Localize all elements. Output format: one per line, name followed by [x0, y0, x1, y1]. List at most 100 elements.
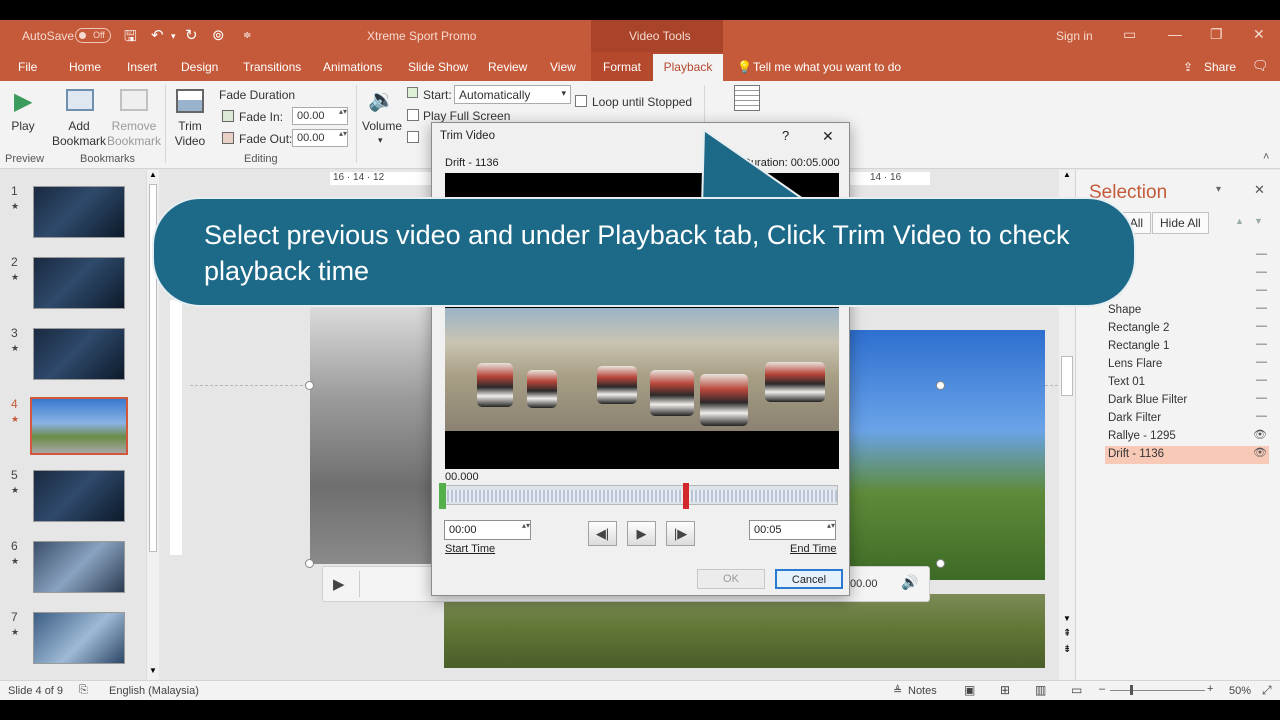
volume-icon[interactable]: 🔉: [368, 87, 395, 113]
tab-design[interactable]: Design: [181, 60, 218, 74]
tell-me-search[interactable]: Tell me what you want to do: [753, 60, 901, 74]
tab-format[interactable]: Format: [603, 60, 641, 74]
grass-image[interactable]: [444, 594, 1045, 668]
send-backward-icon[interactable]: ▼: [1254, 216, 1263, 226]
ribbon-display-options-icon[interactable]: ▭: [1123, 26, 1136, 43]
trim-timeline[interactable]: [439, 483, 838, 509]
save-icon[interactable]: 🖫: [124, 26, 137, 51]
pane-options-icon[interactable]: ▾: [1216, 184, 1221, 195]
tab-transitions[interactable]: Transitions: [243, 60, 301, 74]
play-preview-button[interactable]: ▶: [627, 521, 656, 546]
tab-animations[interactable]: Animations: [323, 60, 382, 74]
play-full-screen-checkbox[interactable]: [407, 109, 419, 121]
trim-video-icon[interactable]: [176, 89, 204, 113]
zoom-slider-thumb[interactable]: [1130, 685, 1133, 695]
resize-handle[interactable]: [305, 559, 314, 568]
fade-out-spinner[interactable]: 00.00: [292, 129, 348, 147]
spelling-icon[interactable]: ⎘: [79, 684, 88, 697]
tab-slide-show[interactable]: Slide Show: [408, 60, 468, 74]
selection-item[interactable]: Dark Blue Filter —: [1105, 392, 1269, 410]
language-indicator[interactable]: English (Malaysia): [109, 685, 199, 697]
tab-file[interactable]: File: [18, 60, 37, 74]
zoom-out-icon[interactable]: –: [1099, 683, 1105, 695]
redo-icon[interactable]: ↻: [185, 26, 198, 44]
slide-thumbnail[interactable]: [33, 541, 125, 593]
reading-view-icon[interactable]: ▥: [1035, 683, 1046, 697]
tab-playback[interactable]: Playback: [653, 54, 723, 81]
autosave-toggle[interactable]: Off: [75, 28, 111, 43]
zoom-in-icon[interactable]: +: [1207, 683, 1213, 695]
close-window-icon[interactable]: ✕: [1253, 26, 1265, 43]
selection-item[interactable]: Rectangle 1—: [1105, 338, 1269, 356]
selection-item[interactable]: Shape —: [1105, 302, 1269, 320]
rallye-video-bw[interactable]: [310, 306, 446, 564]
trim-video-label[interactable]: Trim Video: [172, 119, 208, 149]
comments-icon[interactable]: 🗨: [1252, 58, 1269, 74]
player-volume-icon[interactable]: 🔊: [901, 574, 918, 591]
hide-while-not-playing-checkbox[interactable]: [407, 131, 419, 143]
slide-thumbnail[interactable]: [33, 328, 125, 380]
tab-insert[interactable]: Insert: [127, 60, 157, 74]
tab-home[interactable]: Home: [69, 60, 101, 74]
zoom-level[interactable]: 50%: [1229, 685, 1251, 697]
selection-item[interactable]: 01—: [1105, 284, 1269, 302]
slide-sorter-icon[interactable]: ⊞: [1000, 683, 1010, 697]
insert-captions-icon[interactable]: [734, 85, 760, 111]
fade-in-spinner[interactable]: 00.00: [292, 107, 348, 125]
slide-thumbnail-selected[interactable]: [30, 397, 128, 455]
volume-dropdown-icon[interactable]: ▾: [378, 135, 383, 146]
start-time-field[interactable]: 00:00: [444, 520, 531, 540]
minimize-icon[interactable]: —: [1168, 26, 1182, 42]
start-from-beginning-icon[interactable]: ⊚: [212, 26, 225, 44]
selection-item[interactable]: Rallye - 1295 👁: [1105, 428, 1269, 446]
slide-thumbnail[interactable]: [33, 470, 125, 522]
start-dropdown[interactable]: Automatically ▾: [454, 85, 571, 104]
player-progress[interactable]: [359, 571, 439, 597]
slide-thumbnail[interactable]: [33, 257, 125, 309]
loop-until-stopped-checkbox[interactable]: [575, 95, 587, 107]
selection-item[interactable]: Lens Flare —: [1105, 356, 1269, 374]
slide-thumbnail[interactable]: [33, 612, 125, 664]
volume-label[interactable]: Volume: [362, 119, 402, 134]
add-bookmark-icon[interactable]: [66, 89, 94, 111]
selection-item[interactable]: Dark Filter —: [1105, 410, 1269, 428]
close-pane-icon[interactable]: ✕: [1254, 182, 1265, 198]
slide-show-icon[interactable]: ▭: [1071, 683, 1082, 697]
sky-tree-image[interactable]: [848, 330, 1045, 580]
undo-dropdown-icon[interactable]: ▾: [171, 31, 176, 42]
notes-button[interactable]: Notes: [908, 685, 937, 697]
end-trim-marker[interactable]: [683, 483, 689, 509]
add-bookmark-label[interactable]: Add Bookmark: [52, 119, 106, 149]
sign-in-link[interactable]: Sign in: [1056, 29, 1093, 43]
restore-icon[interactable]: ❐: [1210, 26, 1223, 43]
selection-item[interactable]: Text 01—: [1105, 374, 1269, 392]
collapse-ribbon-icon[interactable]: ˄: [1263, 151, 1269, 163]
zoom-slider[interactable]: [1110, 690, 1205, 691]
tab-review[interactable]: Review: [488, 60, 527, 74]
play-button-label[interactable]: Play: [8, 119, 38, 134]
resize-handle[interactable]: [305, 381, 314, 390]
end-time-field[interactable]: 00:05: [749, 520, 836, 540]
bring-forward-icon[interactable]: ▲: [1235, 216, 1244, 226]
tab-view[interactable]: View: [550, 60, 576, 74]
notes-icon[interactable]: ≜: [893, 684, 902, 697]
next-frame-button[interactable]: |▶: [666, 521, 695, 546]
share-button[interactable]: Share: [1204, 60, 1236, 74]
play-icon[interactable]: ▶: [14, 87, 32, 116]
resize-handle[interactable]: [936, 559, 945, 568]
slide-thumbnail[interactable]: [33, 186, 125, 238]
selection-item[interactable]: Rectangle 2—: [1105, 320, 1269, 338]
undo-icon[interactable]: ↶: [151, 26, 164, 44]
share-icon[interactable]: ⇪: [1183, 60, 1193, 74]
start-trim-marker[interactable]: [439, 483, 446, 509]
selection-item-active[interactable]: Drift - 1136 👁: [1105, 446, 1269, 464]
customize-qat-icon[interactable]: ≑: [243, 30, 251, 41]
resize-handle[interactable]: [936, 381, 945, 390]
normal-view-icon[interactable]: ▣: [964, 683, 975, 697]
ok-button[interactable]: OK: [697, 569, 765, 589]
cancel-button[interactable]: Cancel: [775, 569, 843, 589]
fit-to-window-icon[interactable]: ⤢: [1262, 683, 1272, 698]
hide-all-button[interactable]: Hide All: [1152, 212, 1209, 234]
previous-frame-button[interactable]: ◀|: [588, 521, 617, 546]
player-play-icon[interactable]: ▶: [333, 575, 345, 593]
